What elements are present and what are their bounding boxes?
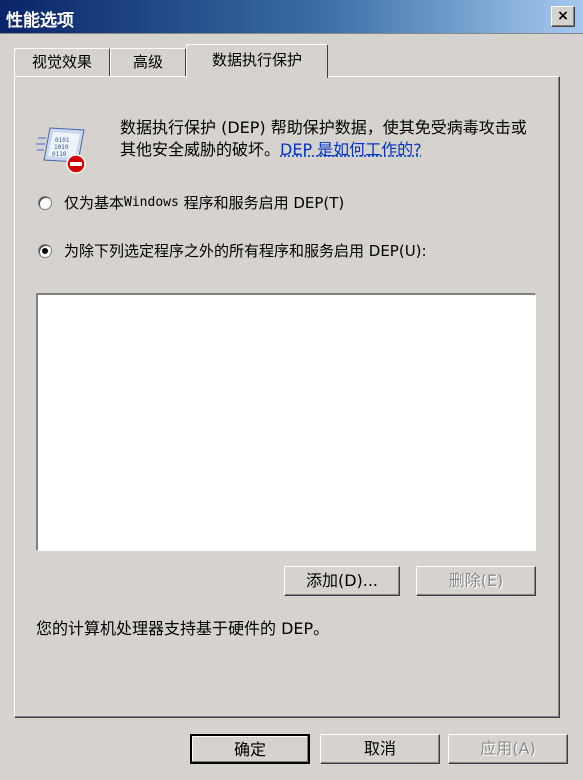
window-title: 性能选项 xyxy=(6,11,74,31)
tab-visual-effects[interactable]: 视觉效果 xyxy=(14,48,110,77)
dep-shield-binary-icon: 0101 1010 0110 xyxy=(36,127,86,174)
radio-all-label: 为除下列选定程序之外的所有程序和服务启用 DEP(U): xyxy=(64,242,427,260)
dep-help-link[interactable]: DEP 是如何工作的? xyxy=(280,140,422,159)
radio-basic-label-windows: Windows xyxy=(124,195,179,210)
exception-program-list[interactable] xyxy=(36,293,536,551)
ok-button[interactable]: 确定 xyxy=(190,734,310,764)
svg-text:0101: 0101 xyxy=(55,137,70,144)
radio-all-indicator[interactable] xyxy=(38,243,52,258)
remove-button[interactable]: 删除(E) xyxy=(416,566,536,596)
add-button[interactable]: 添加(D)... xyxy=(284,566,400,596)
radio-basic-label-a: 仅为基本 xyxy=(64,194,125,212)
radio-basic-label-b: 程序和服务启用 DEP(T) xyxy=(178,194,345,212)
tab-advanced[interactable]: 高级 xyxy=(110,48,186,77)
radio-basic-indicator[interactable] xyxy=(38,195,52,210)
close-button[interactable]: × xyxy=(551,6,575,27)
dep-description: 数据执行保护 (DEP) 帮助保护数据，使其免受病毒攻击或其他安全威胁的破坏。D… xyxy=(120,117,540,161)
svg-text:0110: 0110 xyxy=(52,151,67,158)
tab-dep[interactable]: 数据执行保护 xyxy=(186,44,328,78)
svg-text:1010: 1010 xyxy=(54,144,69,151)
radio-basic-programs[interactable]: 仅为基本 Windows 程序和服务启用 DEP(T) xyxy=(38,192,344,213)
title-bar: 性能选项 × xyxy=(0,0,583,34)
cancel-button[interactable]: 取消 xyxy=(320,734,440,764)
hardware-dep-status: 您的计算机处理器支持基于硬件的 DEP。 xyxy=(36,619,330,638)
radio-all-programs[interactable]: 为除下列选定程序之外的所有程序和服务启用 DEP(U): xyxy=(38,240,427,261)
apply-button[interactable]: 应用(A) xyxy=(448,734,568,764)
